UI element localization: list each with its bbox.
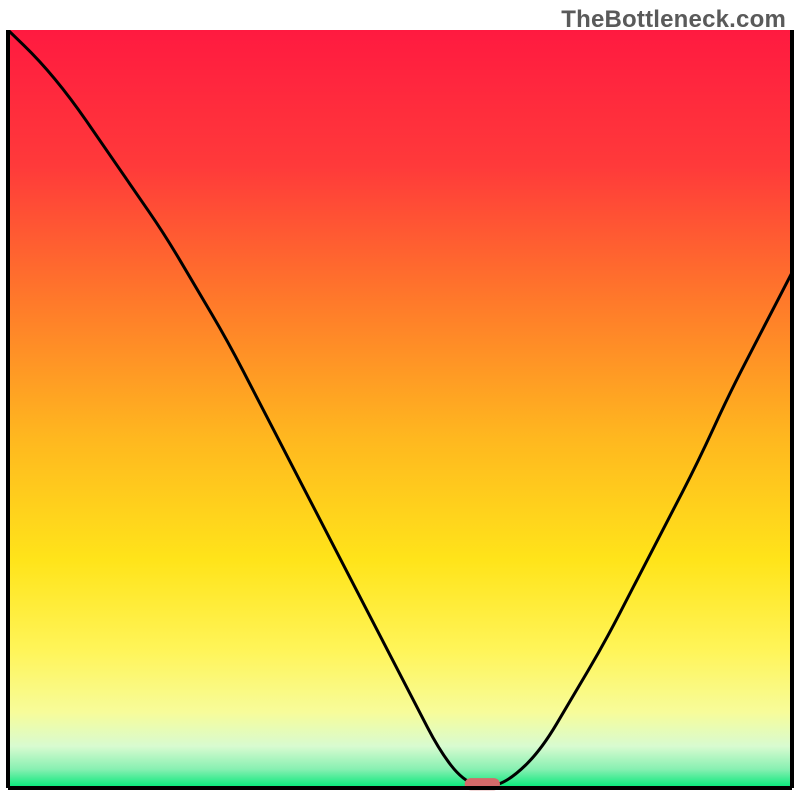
watermark-label: TheBottleneck.com — [561, 6, 786, 34]
bottleneck-chart: TheBottleneck.com — [0, 0, 800, 800]
chart-svg — [0, 0, 800, 800]
